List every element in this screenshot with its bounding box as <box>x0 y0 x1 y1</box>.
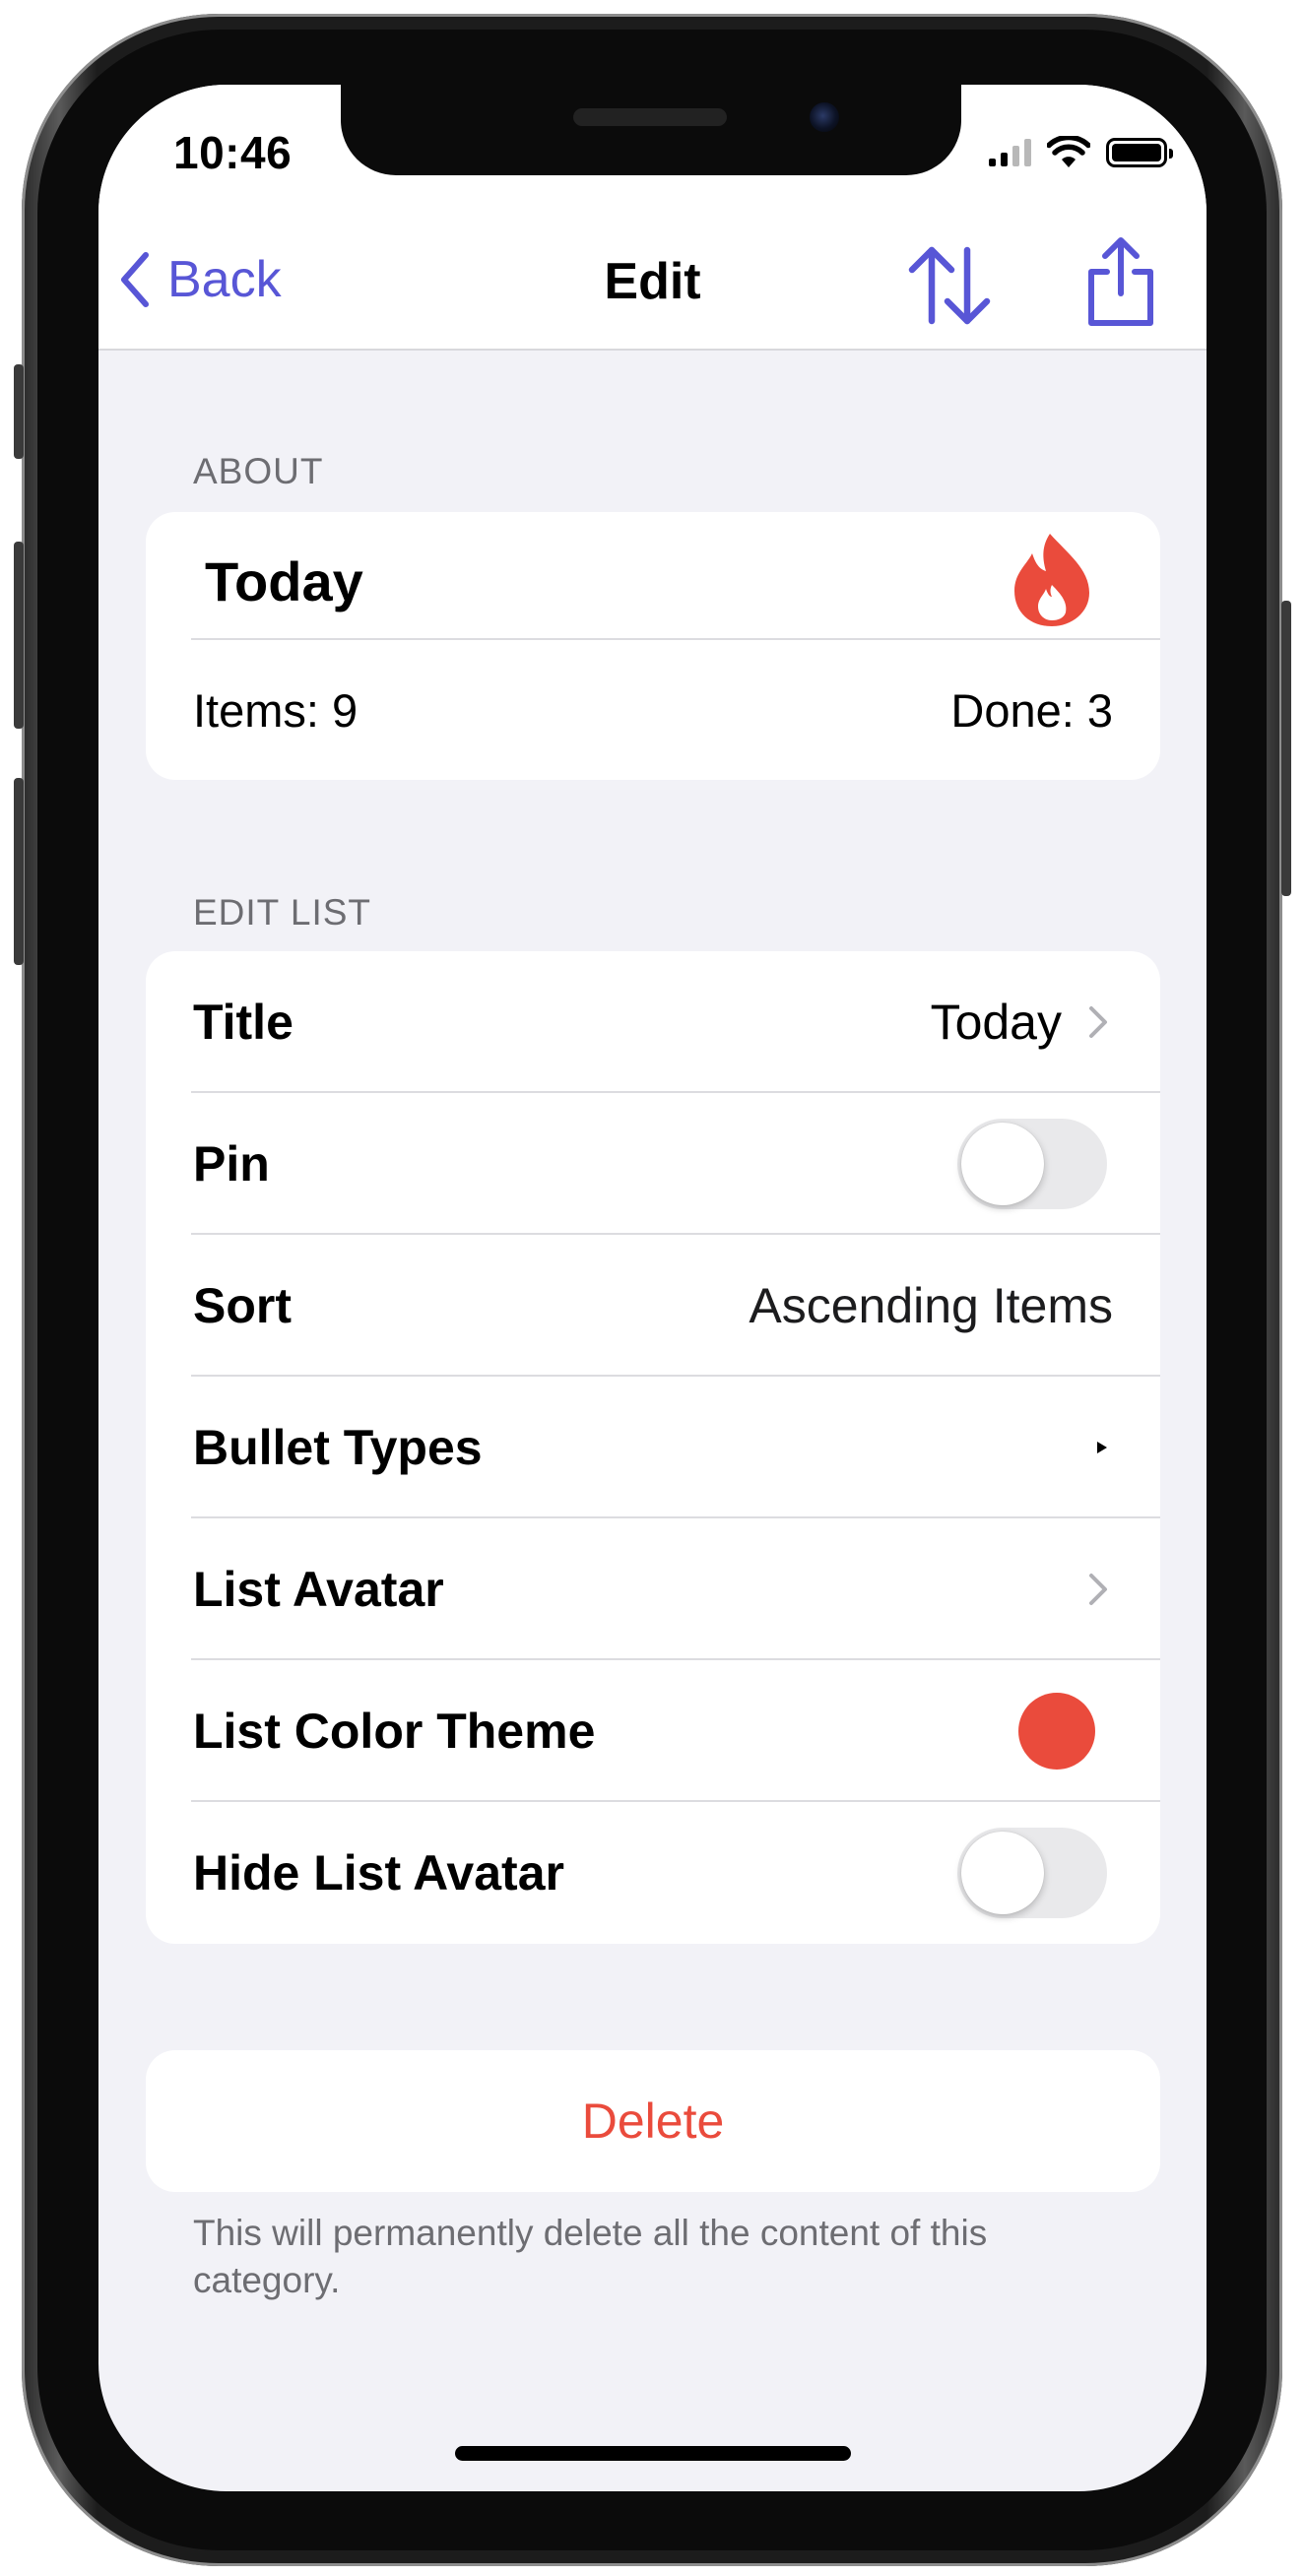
list-avatar-label: List Avatar <box>193 1562 444 1617</box>
bullet-triangle-icon <box>1097 1442 1107 1453</box>
delete-button[interactable]: Delete <box>146 2050 1160 2192</box>
about-divider <box>191 638 1160 640</box>
silent-switch <box>14 364 24 459</box>
status-icons <box>989 136 1173 169</box>
wifi-icon <box>1047 136 1090 167</box>
chevron-right-icon <box>1089 1006 1107 1038</box>
delete-footer-note: This will permanently delete all the con… <box>193 2213 988 2300</box>
about-card: Today Items: 9 Done: 3 <box>146 512 1160 780</box>
battery-icon <box>1106 138 1173 167</box>
list-avatar-row[interactable]: List Avatar <box>146 1518 1160 1660</box>
title-row[interactable]: Title Today <box>146 951 1160 1093</box>
done-count: Done: 3 <box>950 684 1113 737</box>
toggle-knob <box>961 1832 1044 1914</box>
toggle-knob <box>961 1123 1044 1205</box>
hide-list-avatar-label: Hide List Avatar <box>193 1845 564 1900</box>
power-button <box>1281 601 1291 896</box>
status-time: 10:46 <box>173 127 293 178</box>
edit-list-section-header: EDIT LIST <box>193 892 372 933</box>
screen: 10:46 Back Edit ABOUT Today Items: 9 Don… <box>98 85 1207 2491</box>
pin-label: Pin <box>193 1136 270 1191</box>
color-theme-swatch[interactable] <box>1018 1693 1095 1770</box>
home-indicator <box>455 2446 851 2461</box>
delete-label: Delete <box>581 2093 725 2149</box>
back-label: Back <box>167 251 282 308</box>
volume-up-button <box>14 542 24 729</box>
bullet-types-label: Bullet Types <box>193 1420 483 1475</box>
chevron-left-icon <box>121 252 149 307</box>
chevron-right-icon <box>1089 1574 1107 1605</box>
sort-label: Sort <box>193 1278 292 1333</box>
flame-icon <box>1014 534 1089 626</box>
list-color-theme-row[interactable]: List Color Theme <box>146 1660 1160 1802</box>
notch <box>341 85 961 175</box>
sort-value: Ascending Items <box>749 1278 1113 1333</box>
hide-avatar-toggle[interactable] <box>957 1828 1107 1918</box>
about-section-header: ABOUT <box>193 451 324 491</box>
title-label: Title <box>193 995 294 1050</box>
sort-row[interactable]: Sort Ascending Items <box>146 1235 1160 1377</box>
items-count: Items: 9 <box>193 684 359 737</box>
share-icon[interactable] <box>1083 236 1158 327</box>
list-name: Today <box>205 550 363 612</box>
pin-toggle[interactable] <box>957 1119 1107 1209</box>
pin-row: Pin <box>146 1093 1160 1235</box>
sort-arrows-icon[interactable] <box>906 242 993 329</box>
edit-list-card: Title Today Pin Sort Ascending Items Bul… <box>146 951 1160 1944</box>
title-value: Today <box>930 995 1062 1050</box>
volume-down-button <box>14 778 24 965</box>
list-color-theme-label: List Color Theme <box>193 1704 596 1759</box>
back-button[interactable]: Back <box>120 250 282 309</box>
hide-list-avatar-row: Hide List Avatar <box>146 1802 1160 1944</box>
bullet-types-row[interactable]: Bullet Types <box>146 1377 1160 1518</box>
front-camera <box>810 102 839 132</box>
cellular-signal-icon <box>989 139 1031 166</box>
earpiece-speaker <box>573 108 727 126</box>
